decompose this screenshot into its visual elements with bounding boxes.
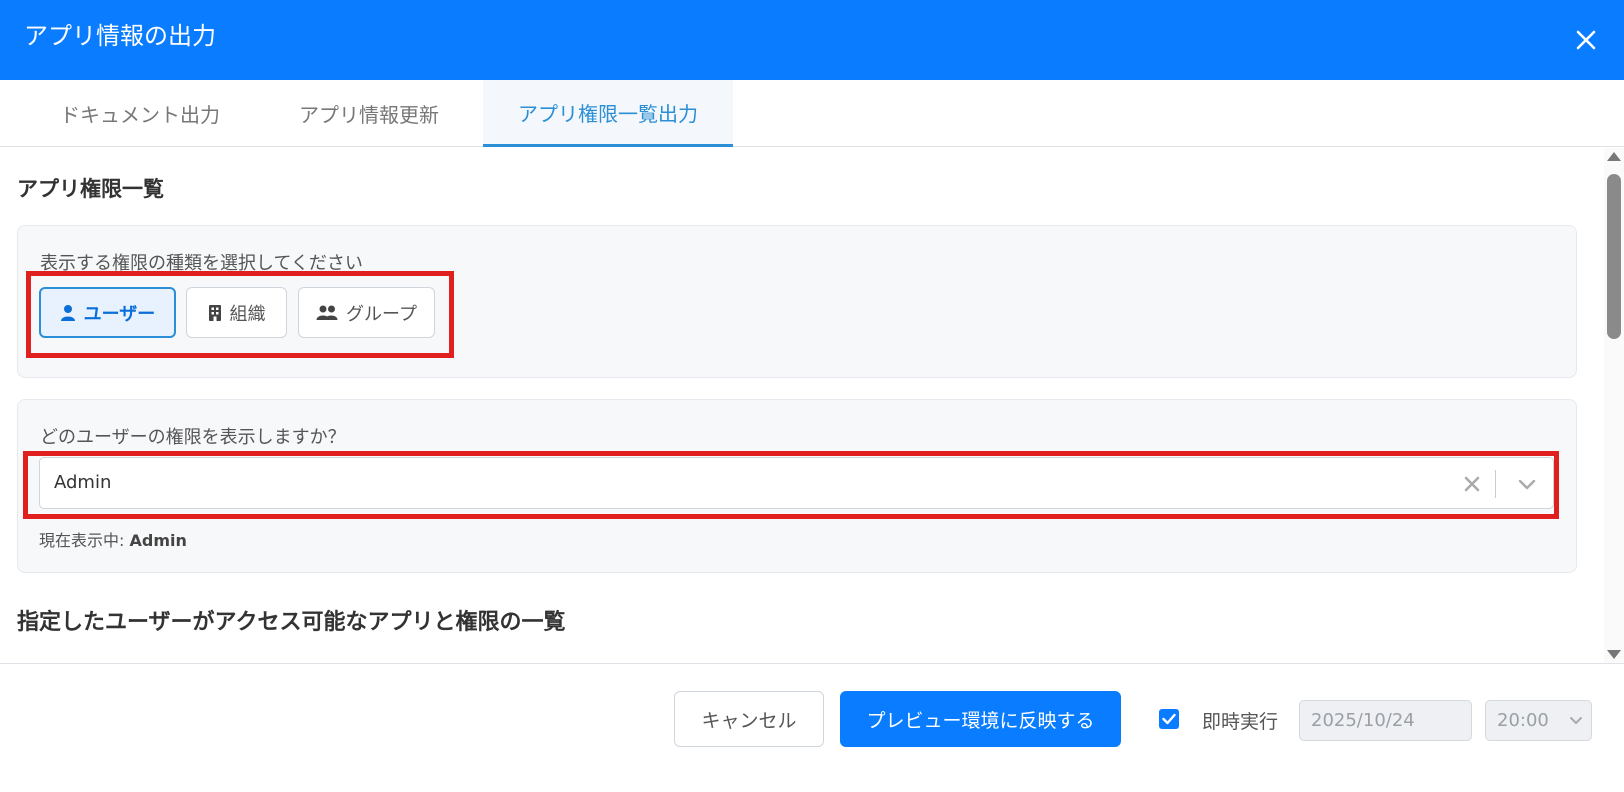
section-title: アプリ権限一覧 bbox=[17, 177, 164, 201]
scroll-up-arrow[interactable] bbox=[1607, 152, 1621, 161]
content-scrollbar[interactable] bbox=[1604, 148, 1624, 663]
user-select-prompt: どのユーザーの権限を表示しますか？ bbox=[40, 427, 346, 448]
type-buttons-highlight bbox=[26, 271, 454, 358]
dialog-footer: キャンセル プレビュー環境に反映する 即時実行 2025/10/24 20:00 bbox=[0, 663, 1624, 792]
dialog-title: アプリ情報の出力 bbox=[24, 22, 216, 50]
permission-list-title: 指定したユーザーがアクセス可能なアプリと権限の一覧 bbox=[17, 610, 566, 635]
immediate-run-checkbox[interactable] bbox=[1159, 709, 1179, 729]
tab-document-output[interactable]: ドキュメント出力 bbox=[30, 80, 250, 147]
schedule-date-input[interactable]: 2025/10/24 bbox=[1299, 700, 1472, 741]
tab-app-info-update[interactable]: アプリ情報更新 bbox=[265, 80, 473, 147]
tab-app-permission-list[interactable]: アプリ権限一覧出力 bbox=[483, 80, 733, 147]
current-display-value: Admin bbox=[129, 531, 187, 550]
user-select-highlight bbox=[23, 451, 1559, 519]
current-display-label: 現在表示中: bbox=[39, 531, 130, 550]
dialog-header: アプリ情報の出力 bbox=[0, 0, 1624, 80]
apply-preview-button[interactable]: プレビュー環境に反映する bbox=[840, 691, 1121, 747]
close-button[interactable] bbox=[1570, 24, 1602, 56]
chevron-down-icon bbox=[1570, 717, 1582, 724]
scroll-down-arrow[interactable] bbox=[1607, 650, 1621, 659]
scroll-thumb[interactable] bbox=[1607, 174, 1621, 339]
schedule-time-value: 20:00 bbox=[1497, 710, 1549, 731]
check-icon bbox=[1162, 713, 1176, 725]
current-display-text: 現在表示中: Admin bbox=[39, 527, 187, 551]
cancel-button[interactable]: キャンセル bbox=[674, 691, 824, 747]
schedule-time-select[interactable]: 20:00 bbox=[1485, 700, 1592, 741]
immediate-run-label: 即時実行 bbox=[1202, 711, 1279, 733]
close-icon bbox=[1576, 30, 1596, 50]
tab-bar: ドキュメント出力 アプリ情報更新 アプリ権限一覧出力 bbox=[0, 80, 1624, 147]
